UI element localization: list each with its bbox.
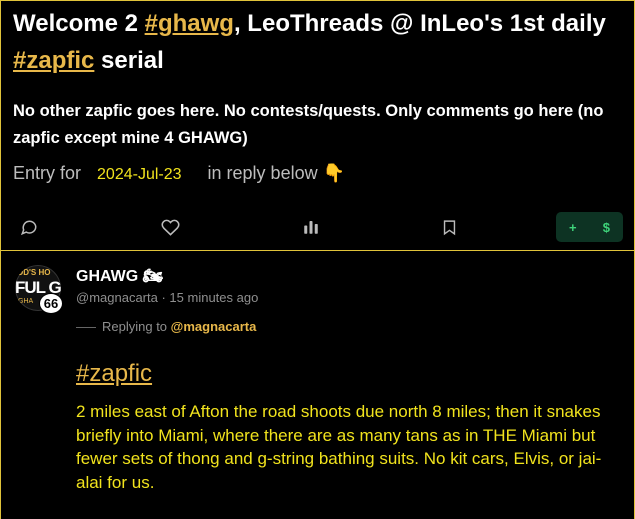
title-text: serial <box>94 47 164 74</box>
title-text: , LeoThreads @ InLeo's 1st daily <box>233 10 606 37</box>
username-text: GHAWG <box>76 268 139 285</box>
hashtag-zapfic-link[interactable]: #zapfic <box>13 47 94 74</box>
replying-to: Replying to @magnacarta <box>76 319 256 334</box>
reply-line-divider <box>76 327 96 329</box>
motorcycle-emoji: 🏍 <box>142 268 163 285</box>
post-subtitle: No other zapfic goes here. No contests/q… <box>13 102 604 147</box>
timestamp: 15 minutes ago <box>169 290 259 305</box>
pointing-down-emoji: 👇 <box>322 163 346 183</box>
plus-icon: + <box>569 219 577 235</box>
hashtag-ghawg-link[interactable]: #ghawg <box>145 10 234 37</box>
bookmark-icon[interactable] <box>438 216 460 238</box>
avatar-text-top: OD'S HO <box>17 268 51 277</box>
entry-row: Entry for 2024-Jul-23 in reply below 👇 <box>13 163 345 184</box>
mention-link[interactable]: @magnacarta <box>171 319 257 334</box>
avatar-text-bottom: GHA <box>18 298 34 305</box>
entry-suffix: in reply below <box>207 163 318 183</box>
hashtag-zapfic-link[interactable]: #zapfic <box>76 360 152 388</box>
entry-label: Entry for <box>13 163 82 183</box>
tip-button[interactable]: + $ <box>556 212 623 242</box>
username[interactable]: GHAWG 🏍 <box>76 266 163 286</box>
handle[interactable]: @magnacarta <box>76 290 158 305</box>
handle-and-time: @magnacarta · 15 minutes ago <box>76 290 259 305</box>
reputation-badge: 66 <box>39 293 63 314</box>
comment-icon[interactable] <box>18 216 40 238</box>
reply-post: OD'S HO FUL G GHA 66 GHAWG 🏍 @magnacarta… <box>0 250 635 519</box>
reply-body: 2 miles east of Afton the road shoots du… <box>76 402 602 492</box>
replying-label: Replying to <box>102 319 168 334</box>
heart-icon[interactable] <box>159 216 181 238</box>
entry-date: 2024-Jul-23 <box>97 166 182 183</box>
dollar-icon: $ <box>602 219 610 235</box>
post-actions: + $ <box>1 208 634 244</box>
post-title: Welcome 2 #ghawg, LeoThreads @ InLeo's 1… <box>13 5 623 79</box>
title-text: Welcome 2 <box>13 10 145 37</box>
thread-post: Welcome 2 #ghawg, LeoThreads @ InLeo's 1… <box>0 0 635 251</box>
stats-icon[interactable] <box>300 216 322 238</box>
